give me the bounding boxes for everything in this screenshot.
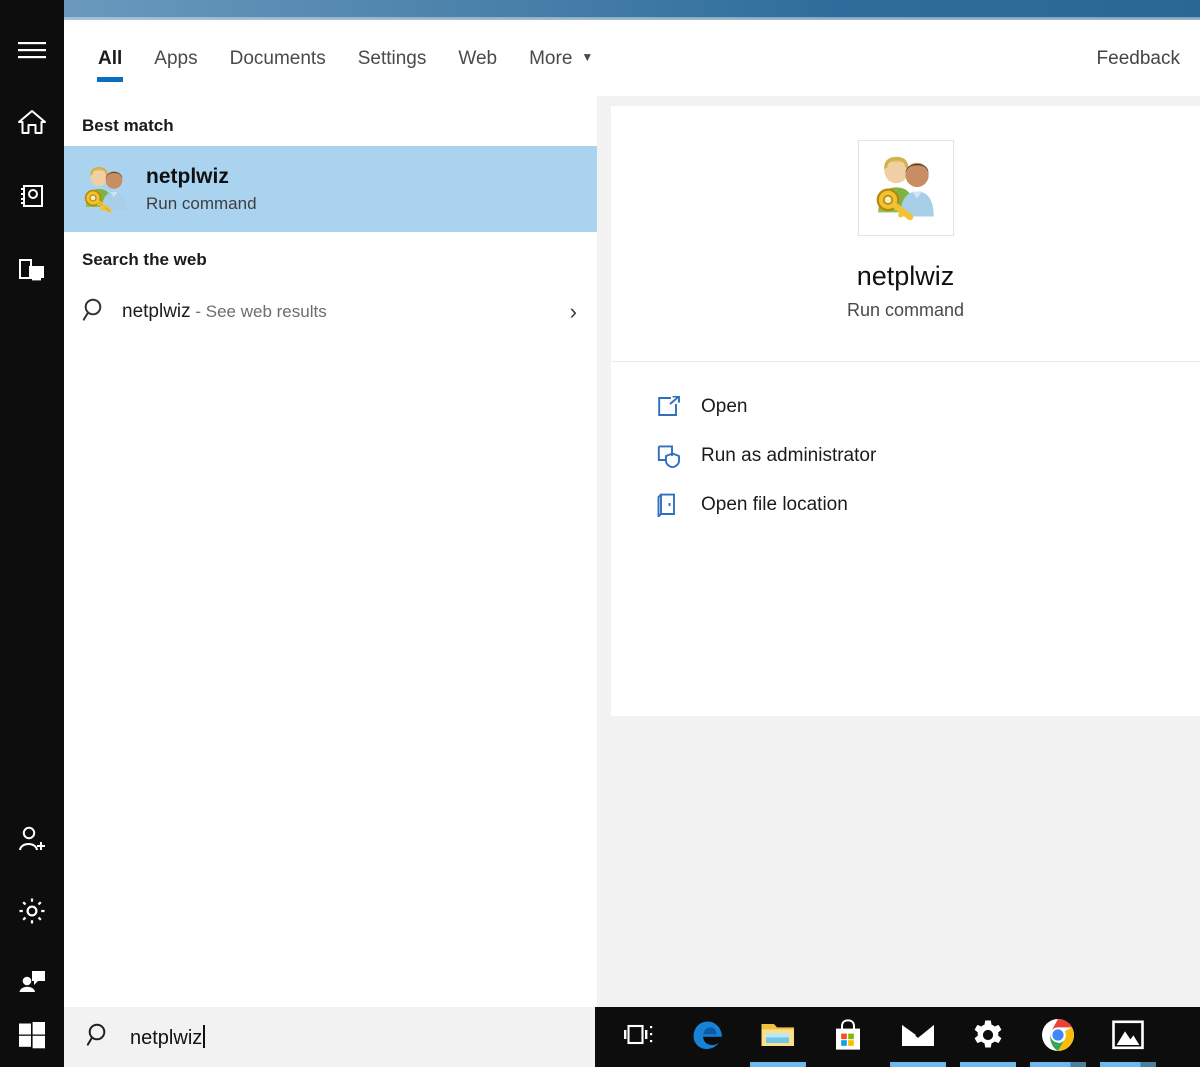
home-icon	[17, 108, 47, 136]
action-run-as-administrator[interactable]: Run as administrator	[611, 431, 1200, 480]
search-body: Best match netplwiz Run command Search t…	[64, 96, 1200, 1007]
tab-more-label: More	[529, 48, 573, 69]
action-open[interactable]: Open	[611, 382, 1200, 431]
preview-title: netplwiz	[856, 261, 955, 291]
photos-mountain-icon	[1112, 1019, 1144, 1055]
tab-apps-label: Apps	[154, 48, 198, 69]
panel-gutter	[597, 96, 611, 1007]
mail-envelope-icon	[900, 1021, 936, 1054]
taskbar-item-google-chrome[interactable]	[1023, 1007, 1093, 1067]
preview-app-tile	[857, 140, 954, 236]
screen: All Apps Documents Settings Web More ▼ F…	[0, 0, 1200, 1067]
results-column: Best match netplwiz Run command Search t…	[64, 96, 597, 1007]
open-external-icon	[657, 395, 701, 418]
preview-subtitle: Run command	[846, 300, 965, 320]
tab-all[interactable]: All	[82, 20, 138, 96]
windows-logo-icon	[17, 1020, 47, 1055]
tab-web-label: Web	[458, 48, 498, 69]
tab-active-indicator	[97, 77, 124, 82]
taskbar-item-settings[interactable]	[953, 1007, 1023, 1067]
task-view-icon	[622, 1021, 654, 1054]
folder-icon	[760, 1020, 796, 1055]
tab-more[interactable]: More ▼	[513, 20, 609, 96]
search-tabbar: All Apps Documents Settings Web More ▼ F…	[64, 20, 1200, 96]
tab-documents-label: Documents	[229, 48, 326, 69]
preview-column: netplwiz Run command Open Run as adminis…	[611, 96, 1200, 1007]
tab-web[interactable]: Web	[442, 20, 513, 96]
taskbar-item-mail[interactable]	[883, 1007, 953, 1067]
sidebar-item-feedback[interactable]	[0, 957, 64, 1005]
sidebar-item-settings[interactable]	[0, 887, 64, 935]
tab-apps[interactable]: Apps	[138, 20, 213, 96]
search-input-value[interactable]: netplwiz	[130, 1024, 206, 1050]
taskbar-item-file-explorer[interactable]	[743, 1007, 813, 1067]
tab-settings-label: Settings	[357, 48, 427, 69]
search-flyout: All Apps Documents Settings Web More ▼ F…	[64, 20, 1200, 1007]
taskbar: netplwiz	[0, 1007, 1200, 1067]
chevron-down-icon: ▼	[581, 50, 594, 64]
chrome-icon	[1041, 1018, 1075, 1057]
sidebar-item-timeline[interactable]	[0, 172, 64, 220]
search-input-text: netplwiz	[130, 1026, 203, 1049]
sidebar-item-hamburger-menu[interactable]	[0, 26, 64, 74]
web-result-row[interactable]: netplwiz - See web results ›	[64, 280, 597, 344]
sidebar-item-home[interactable]	[0, 98, 64, 146]
shield-admin-icon	[657, 444, 701, 468]
user-accounts-key-icon	[870, 151, 942, 226]
taskbar-app-tray	[595, 1007, 1200, 1067]
tab-all-label: All	[98, 48, 123, 69]
gear-icon	[972, 1019, 1004, 1056]
web-result-suffix: - See web results	[190, 302, 327, 321]
best-match-title: netplwiz	[146, 164, 229, 188]
desktop-background-strip	[0, 0, 1200, 20]
best-match-subtitle: Run command	[146, 194, 257, 214]
tab-documents[interactable]: Documents	[214, 20, 342, 96]
hamburger-icon	[17, 40, 47, 60]
running-indicator	[890, 1062, 946, 1067]
best-match-header: Best match	[82, 116, 174, 135]
devices-icon	[17, 256, 47, 284]
running-indicator	[1030, 1062, 1086, 1067]
tab-list: All Apps Documents Settings Web More ▼	[82, 20, 609, 96]
action-run-as-administrator-label: Run as administrator	[701, 444, 877, 466]
store-bag-icon	[833, 1018, 863, 1056]
chevron-right-icon: ›	[569, 299, 577, 324]
gear-icon	[17, 896, 47, 926]
running-indicator	[750, 1062, 806, 1067]
taskbar-item-photos[interactable]	[1093, 1007, 1163, 1067]
search-the-web-header: Search the web	[82, 250, 207, 269]
action-open-label: Open	[701, 395, 748, 417]
action-open-file-location-label: Open file location	[701, 493, 848, 515]
feedback-person-icon	[17, 967, 47, 995]
start-button[interactable]	[0, 1007, 64, 1067]
text-caret	[203, 1024, 206, 1048]
best-match-text: netplwiz Run command	[146, 164, 257, 214]
web-result-query: netplwiz	[122, 301, 191, 322]
best-match-result-netplwiz[interactable]: netplwiz Run command	[64, 146, 597, 232]
sidebar-item-account[interactable]	[0, 815, 64, 863]
preview-card: netplwiz Run command Open Run as adminis…	[611, 106, 1200, 716]
action-open-file-location[interactable]: Open file location	[611, 480, 1200, 529]
user-accounts-key-icon	[80, 163, 138, 215]
running-indicator	[960, 1062, 1016, 1067]
taskbar-item-microsoft-edge[interactable]	[673, 1007, 743, 1067]
web-result-text: netplwiz - See web results	[122, 301, 327, 323]
taskbar-item-microsoft-store[interactable]	[813, 1007, 883, 1067]
notebook-icon	[18, 182, 46, 210]
preview-header: netplwiz Run command	[611, 106, 1200, 362]
running-indicator	[1100, 1062, 1156, 1067]
taskbar-item-task-view[interactable]	[603, 1007, 673, 1067]
search-left-rail	[0, 0, 64, 1067]
search-icon	[82, 297, 122, 328]
feedback-link[interactable]: Feedback	[1097, 20, 1180, 70]
sidebar-item-devices[interactable]	[0, 246, 64, 294]
taskbar-search-box[interactable]: netplwiz	[64, 1007, 595, 1067]
search-icon	[86, 1022, 130, 1053]
edge-icon	[691, 1018, 725, 1057]
person-add-icon	[17, 824, 47, 854]
tab-settings[interactable]: Settings	[342, 20, 443, 96]
folder-location-icon	[657, 493, 701, 517]
preview-actions: Open Run as administrator Open file loca…	[611, 362, 1200, 529]
